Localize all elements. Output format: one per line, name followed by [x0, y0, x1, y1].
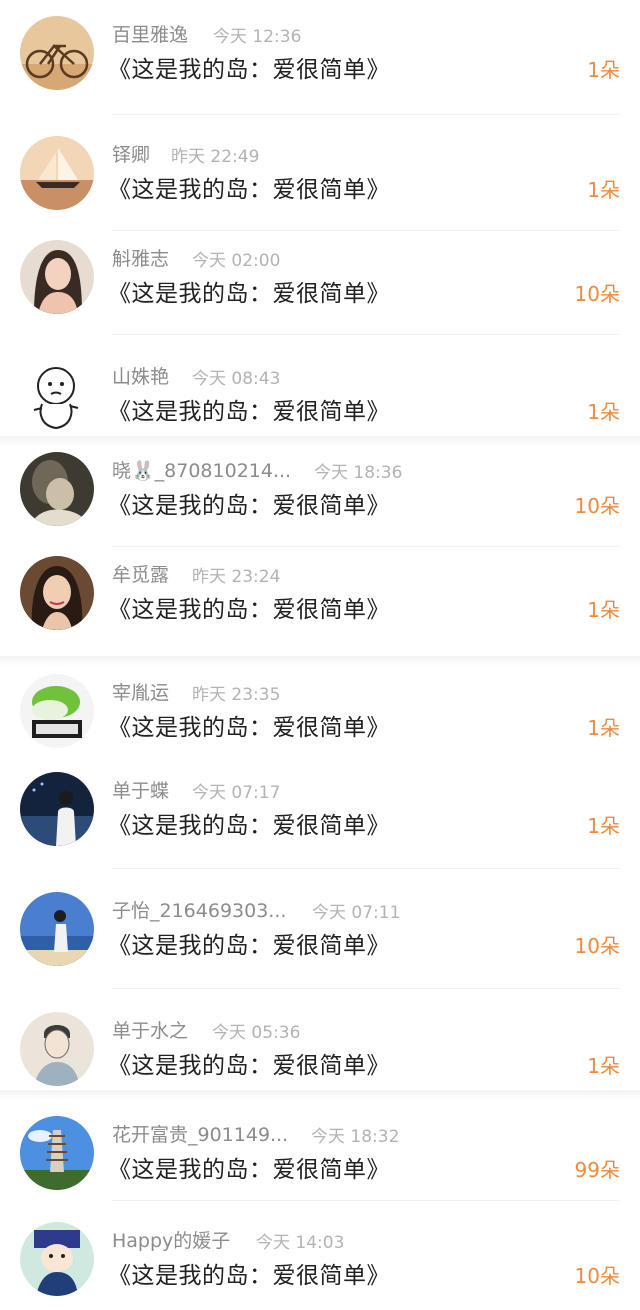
user-name[interactable]: 百里雅逸: [112, 20, 188, 47]
timestamp: 今天 08:43: [192, 369, 281, 389]
user-name[interactable]: 铎卿: [112, 140, 150, 167]
seaside-person-icon: [20, 892, 94, 966]
divider: [112, 988, 620, 989]
bicycle-photo-icon: [20, 16, 94, 90]
woman-portrait-photo-icon: [20, 240, 94, 314]
flower-count: 1朵: [587, 400, 620, 424]
user-name[interactable]: Happy的媛子: [112, 1226, 230, 1253]
pagoda-photo-icon: [20, 1116, 94, 1190]
flower-count: 1朵: [587, 1054, 620, 1078]
list-item[interactable]: 单于水之 今天 05:36 《这是我的岛：爱很简单》 1朵: [0, 1010, 640, 1090]
book-title[interactable]: 《这是我的岛：爱很简单》: [108, 1046, 390, 1080]
flower-count: 1朵: [587, 58, 620, 82]
book-title[interactable]: 《这是我的岛：爱很简单》: [108, 50, 390, 84]
user-name[interactable]: 子怡_216469303...: [112, 896, 286, 923]
timestamp: 今天 02:00: [192, 251, 281, 271]
section-gap: [0, 656, 640, 666]
timestamp: 昨天 22:49: [171, 147, 260, 167]
book-title[interactable]: 《这是我的岛：爱很简单》: [108, 392, 390, 426]
list-item[interactable]: 铎卿 昨天 22:49 《这是我的岛：爱很简单》 1朵: [0, 134, 640, 214]
flower-count: 10朵: [574, 494, 620, 518]
flower-count: 1朵: [587, 178, 620, 202]
timestamp: 昨天 23:35: [192, 685, 281, 705]
hazy-portrait-photo-icon: [20, 452, 94, 526]
avatar[interactable]: [20, 136, 94, 210]
avatar[interactable]: [20, 1012, 94, 1086]
book-title[interactable]: 《这是我的岛：爱很简单》: [108, 708, 390, 742]
avatar[interactable]: [20, 674, 94, 748]
avatar[interactable]: [20, 772, 94, 846]
user-name[interactable]: 单于水之: [112, 1016, 188, 1043]
user-name[interactable]: 单于蝶: [112, 776, 169, 803]
avatar[interactable]: [20, 892, 94, 966]
section-gap: [0, 436, 640, 446]
cartoon-baby-sketch-icon: [20, 358, 94, 432]
jade-cabbage-photo-icon: [20, 674, 94, 748]
book-title[interactable]: 《这是我的岛：爱很简单》: [108, 274, 390, 308]
user-name[interactable]: 山姝艳: [112, 362, 169, 389]
list-item[interactable]: Happy的媛子 今天 14:03 《这是我的岛：爱很简单》 10朵: [0, 1220, 640, 1300]
flower-count: 1朵: [587, 716, 620, 740]
avatar[interactable]: [20, 240, 94, 314]
list-item[interactable]: 单于蝶 今天 07:17 《这是我的岛：爱很简单》 1朵: [0, 770, 640, 850]
divider: [112, 334, 620, 335]
timestamp: 昨天 23:24: [192, 567, 281, 587]
divider: [112, 868, 620, 869]
list-item[interactable]: 晓🐰_870810214... 今天 18:36 《这是我的岛：爱很简单》 10…: [0, 450, 640, 530]
sailboat-sunset-photo-icon: [20, 136, 94, 210]
divider: [112, 114, 620, 115]
timestamp: 今天 05:36: [212, 1023, 301, 1043]
book-title[interactable]: 《这是我的岛：爱很简单》: [108, 806, 390, 840]
illustrated-girl-icon: [20, 556, 94, 630]
user-name[interactable]: 晓🐰_870810214...: [112, 456, 291, 483]
timestamp: 今天 18:36: [314, 463, 403, 483]
avatar[interactable]: [20, 1116, 94, 1190]
list-item[interactable]: 牟觅露 昨天 23:24 《这是我的岛：爱很简单》 1朵: [0, 554, 640, 634]
user-name[interactable]: 牟觅露: [112, 560, 169, 587]
avatar[interactable]: [20, 358, 94, 432]
flower-count: 10朵: [574, 1264, 620, 1288]
list-item[interactable]: 子怡_216469303... 今天 07:11 《这是我的岛：爱很简单》 10…: [0, 890, 640, 970]
man-sketch-icon: [20, 1012, 94, 1086]
timestamp: 今天 18:32: [311, 1127, 400, 1147]
user-name[interactable]: 宰胤运: [112, 678, 169, 705]
list-item[interactable]: 宰胤运 昨天 23:35 《这是我的岛：爱很简单》 1朵: [0, 672, 640, 752]
divider: [112, 546, 620, 547]
book-title[interactable]: 《这是我的岛：爱很简单》: [108, 170, 390, 204]
avatar[interactable]: [20, 556, 94, 630]
avatar[interactable]: [20, 16, 94, 90]
divider: [112, 1200, 620, 1201]
book-title[interactable]: 《这是我的岛：爱很简单》: [108, 926, 390, 960]
user-name[interactable]: 斛雅志: [112, 244, 169, 271]
book-title[interactable]: 《这是我的岛：爱很简单》: [108, 1256, 390, 1290]
list-item[interactable]: 百里雅逸 今天 12:36 《这是我的岛：爱很简单》 1朵: [0, 14, 640, 94]
city-night-person-icon: [20, 772, 94, 846]
list-item[interactable]: 斛雅志 今天 02:00 《这是我的岛：爱很简单》 10朵: [0, 238, 640, 318]
flower-count: 10朵: [574, 282, 620, 306]
section-gap: [0, 1090, 640, 1100]
book-title[interactable]: 《这是我的岛：爱很简单》: [108, 1150, 390, 1184]
book-title[interactable]: 《这是我的岛：爱很简单》: [108, 486, 390, 520]
list-item[interactable]: 花开富贵_901149... 今天 18:32 《这是我的岛：爱很简单》 99朵: [0, 1114, 640, 1194]
divider: [112, 230, 620, 231]
user-name[interactable]: 花开富贵_901149...: [112, 1120, 288, 1147]
gift-list: 百里雅逸 今天 12:36 《这是我的岛：爱很简单》 1朵 铎卿 昨天 22:4…: [0, 0, 640, 1310]
timestamp: 今天 07:11: [312, 903, 401, 923]
timestamp: 今天 14:03: [256, 1233, 345, 1253]
flower-count: 1朵: [587, 814, 620, 838]
flower-count: 1朵: [587, 598, 620, 622]
cartoon-character-icon: [20, 1222, 94, 1296]
avatar[interactable]: [20, 1222, 94, 1296]
flower-count: 99朵: [574, 1158, 620, 1182]
list-item[interactable]: 山姝艳 今天 08:43 《这是我的岛：爱很简单》 1朵: [0, 356, 640, 436]
timestamp: 今天 12:36: [213, 27, 302, 47]
timestamp: 今天 07:17: [192, 783, 281, 803]
avatar[interactable]: [20, 452, 94, 526]
book-title[interactable]: 《这是我的岛：爱很简单》: [108, 590, 390, 624]
flower-count: 10朵: [574, 934, 620, 958]
